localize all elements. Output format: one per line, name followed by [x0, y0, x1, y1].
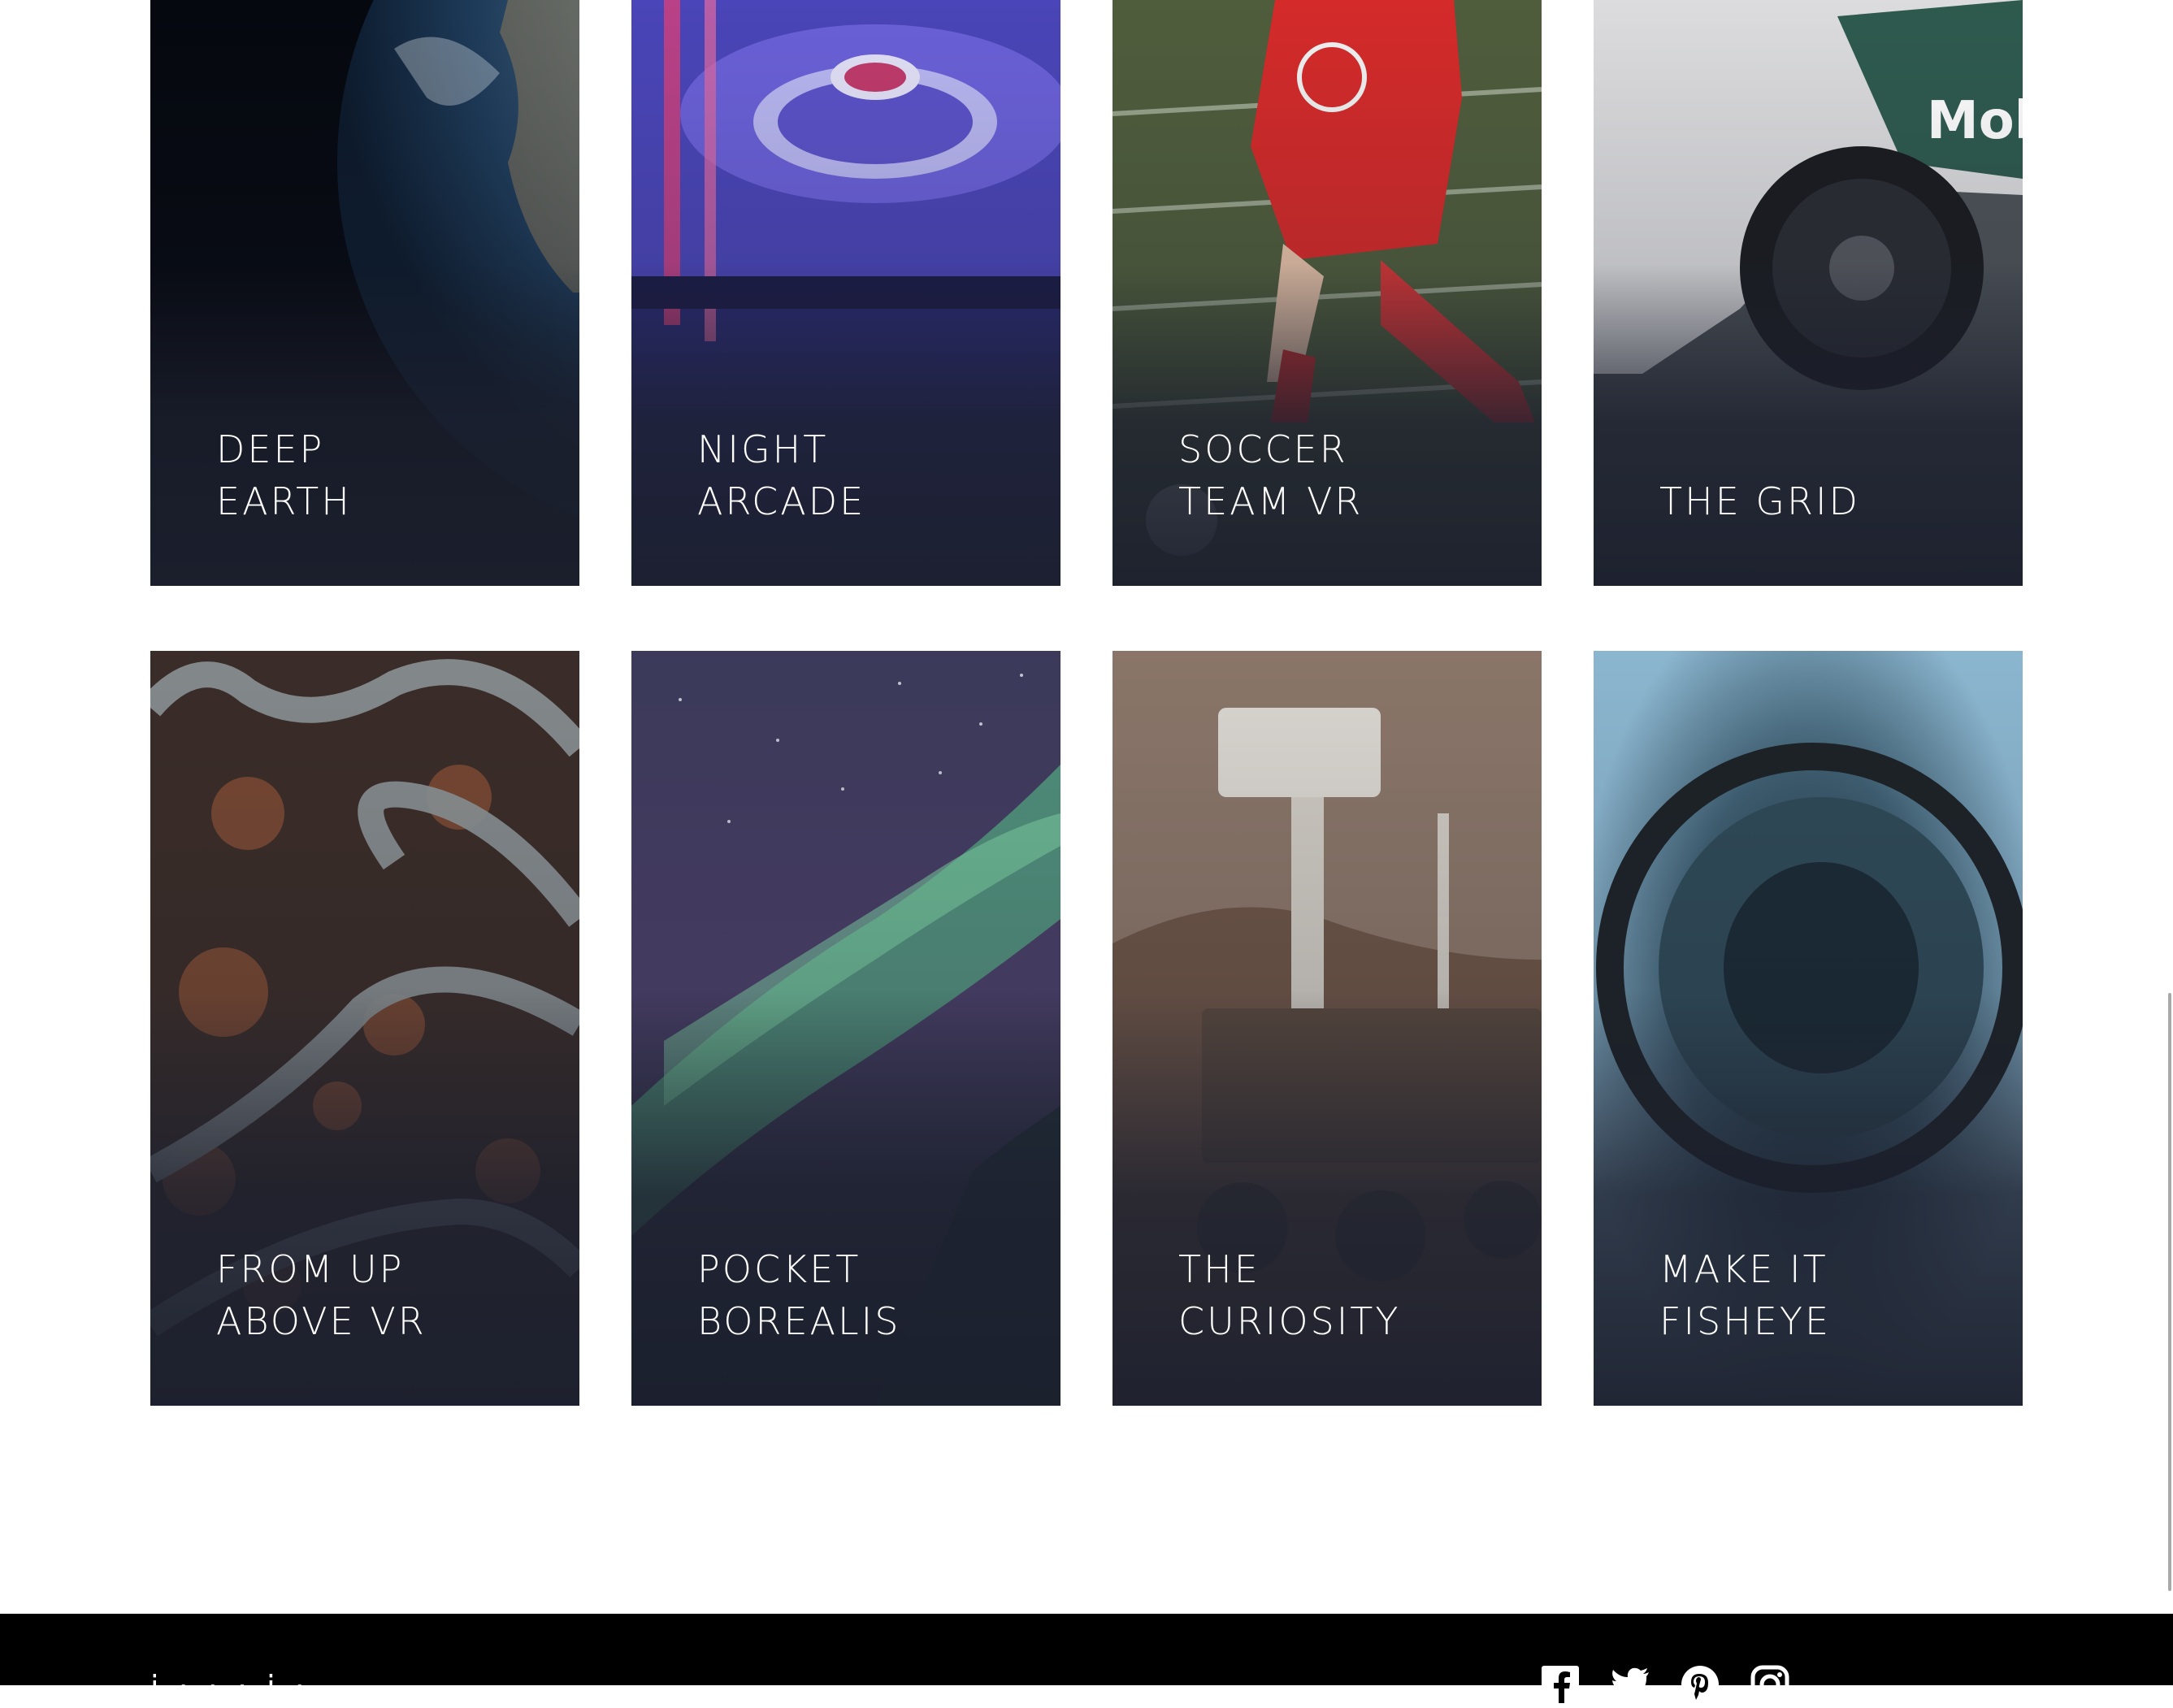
- card-make-it-fisheye[interactable]: MAKE IT FISHEYE: [1594, 651, 2023, 1406]
- card-the-grid[interactable]: Mob THE GRID: [1594, 0, 2023, 586]
- card-pocket-borealis[interactable]: POCKET BOREALIS: [631, 651, 1060, 1406]
- pinterest-icon[interactable]: [1680, 1664, 1720, 1705]
- twitter-icon[interactable]: [1610, 1664, 1650, 1705]
- card-from-up-above-vr[interactable]: FROM UP ABOVE VR: [150, 651, 579, 1406]
- card-title: DEEP EARTH: [216, 427, 352, 523]
- card-night-arcade[interactable]: NIGHT ARCADE: [631, 0, 1060, 586]
- instagram-icon[interactable]: [1750, 1664, 1790, 1705]
- card-title: NIGHT ARCADE: [697, 427, 866, 523]
- card-deep-earth[interactable]: DEEP EARTH: [150, 0, 579, 586]
- card-soccer-team-vr[interactable]: SOCCER TEAM VR: [1113, 0, 1542, 586]
- card-title: MAKE IT FISHEYE: [1659, 1247, 1832, 1343]
- card-title: THE GRID: [1659, 479, 1860, 523]
- card-title: POCKET BOREALIS: [697, 1247, 901, 1343]
- page-scrollbar[interactable]: [2168, 993, 2171, 1591]
- site-footer: i · · · i ·: [0, 1614, 2173, 1705]
- card-title: THE CURIOSITY: [1178, 1247, 1401, 1343]
- social-links: [1540, 1664, 1790, 1705]
- facebook-icon[interactable]: [1540, 1664, 1581, 1705]
- card-title: FROM UP ABOVE VR: [216, 1247, 427, 1343]
- card-title: SOCCER TEAM VR: [1178, 427, 1364, 523]
- card-the-curiosity[interactable]: THE CURIOSITY: [1113, 651, 1542, 1406]
- footer-brand[interactable]: i · · · i ·: [150, 1669, 310, 1705]
